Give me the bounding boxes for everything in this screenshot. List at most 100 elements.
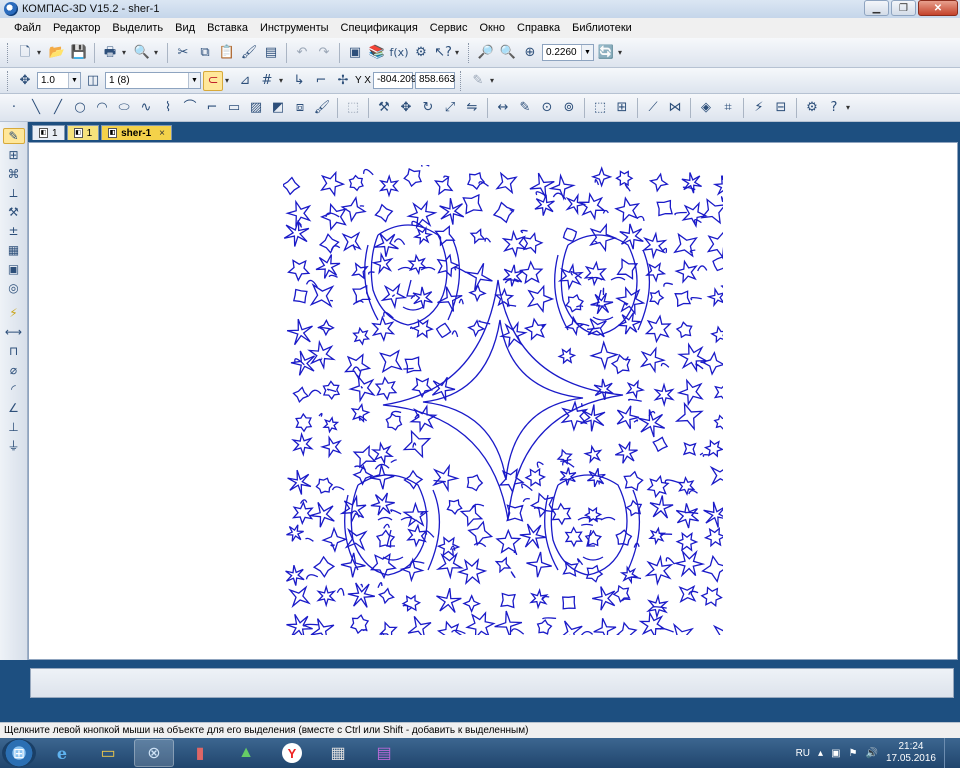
menu-editor[interactable]: Редактор [53, 22, 100, 34]
copy-button[interactable]: ⧉ [195, 43, 215, 63]
spec-panel-button[interactable]: ◎ [3, 280, 25, 296]
scale-button[interactable]: ⤢ [440, 98, 460, 118]
constraint-button[interactable]: ⟋ [643, 98, 663, 118]
association-panel-button[interactable]: ▣ [3, 261, 25, 277]
language-indicator[interactable]: RU [796, 748, 810, 759]
select-frame-button[interactable]: ⬚ [590, 98, 610, 118]
print-button[interactable]: 🖶 [100, 43, 120, 63]
help-button[interactable]: ? [824, 98, 844, 118]
edit-panel-button[interactable]: ⟂ [3, 185, 25, 201]
chevron-down-icon[interactable]: ▼ [188, 73, 200, 88]
menu-insert[interactable]: Вставка [207, 22, 248, 34]
menu-help[interactable]: Справка [517, 22, 560, 34]
taskbar-kompas[interactable]: ⊗ [134, 739, 174, 767]
equidistant-button[interactable]: ⧈ [290, 98, 310, 118]
drawing-canvas[interactable] [28, 142, 958, 660]
coord-x-field[interactable]: -804.209 [372, 72, 416, 89]
chevron-down-icon[interactable]: ▾ [37, 48, 45, 57]
chevron-down-icon[interactable]: ▾ [455, 48, 463, 57]
rectangle-button[interactable]: ▭ [224, 98, 244, 118]
settings-button[interactable]: ⚙ [802, 98, 822, 118]
base-tool-button[interactable]: ⊥ [3, 419, 25, 435]
chevron-down-icon[interactable]: ▼ [68, 73, 80, 88]
redo-button[interactable]: ↷ [314, 43, 334, 63]
start-button[interactable]: ⊞ [2, 739, 36, 767]
move-button[interactable]: ✥ [396, 98, 416, 118]
arc-button[interactable]: ◠ [92, 98, 112, 118]
paste-button[interactable]: 📋 [217, 43, 237, 63]
local-cs-button[interactable]: ↳ [289, 71, 309, 91]
toolbar-grip[interactable] [7, 42, 10, 63]
point-button[interactable]: · [4, 98, 24, 118]
show-desktop-button[interactable] [944, 738, 954, 768]
ground-tool-button[interactable]: ⏚ [3, 438, 25, 454]
open-button[interactable]: 📂 [47, 43, 67, 63]
chevron-down-icon[interactable]: ▾ [225, 76, 233, 85]
circle-button[interactable]: ○ [70, 98, 90, 118]
taskbar-internet-explorer[interactable]: e [42, 739, 82, 767]
aux-line-button[interactable]: ╲ [26, 98, 46, 118]
taskbar-yandex[interactable]: Y [272, 739, 312, 767]
zoom-combo[interactable]: 0.2260 ▼ [542, 44, 594, 61]
step-cursor-button[interactable]: ✥ [15, 71, 35, 91]
rotate-button[interactable]: ↻ [418, 98, 438, 118]
radius-tool-button[interactable]: ◜ [3, 381, 25, 397]
chevron-down-icon[interactable]: ▾ [618, 48, 626, 57]
menu-view[interactable]: Вид [175, 22, 195, 34]
dimension-tool-button[interactable]: ⟷ [3, 324, 25, 340]
toolbar-grip[interactable] [459, 70, 463, 91]
step-combo[interactable]: 1.0 ▼ [37, 72, 81, 89]
spec-button[interactable]: ◈ [696, 98, 716, 118]
tab-sher-1[interactable]: ◧ sher-1 × [101, 125, 172, 140]
grid-button[interactable]: # [257, 71, 277, 91]
properties-button[interactable]: ▤ [261, 43, 281, 63]
clock[interactable]: 21:24 17.05.2016 [886, 741, 936, 765]
chevron-down-icon[interactable]: ▾ [122, 48, 130, 57]
angle-tool-button[interactable]: ∠ [3, 400, 25, 416]
measure-panel-button[interactable]: ± [3, 223, 25, 239]
menu-libraries[interactable]: Библиотеки [572, 22, 632, 34]
preview-button[interactable]: 🔍 [132, 43, 152, 63]
taskbar-phone[interactable]: ▮ [180, 739, 220, 767]
geometry-panel-button[interactable]: ✎ [2, 128, 25, 144]
spline-button[interactable]: ∿ [136, 98, 156, 118]
network-icon[interactable]: ▣ [831, 748, 840, 759]
library-manager-button[interactable]: 📚 [367, 43, 387, 63]
toolbar-grip[interactable] [7, 70, 10, 91]
undo-button[interactable]: ↶ [292, 43, 312, 63]
taskbar-winrar[interactable]: ▤ [364, 739, 404, 767]
variables-button[interactable]: f(x) [389, 43, 409, 63]
dimensions-panel-button[interactable]: ⊞ [3, 147, 25, 163]
taskbar-calculator[interactable]: ▦ [318, 739, 358, 767]
tab-close-icon[interactable]: × [159, 128, 165, 139]
menu-file[interactable]: Файл [14, 22, 41, 34]
parameters-button[interactable]: ⚙ [411, 43, 431, 63]
disabled-tool-button[interactable]: ✎ [468, 71, 488, 91]
cut-button[interactable]: ✂ [173, 43, 193, 63]
chevron-down-icon[interactable]: ▾ [279, 76, 287, 85]
cursor-coords-button[interactable]: ✢ [333, 71, 353, 91]
refresh-button[interactable]: 🔄 [596, 43, 616, 63]
orthogonal-button[interactable]: ⊿ [235, 71, 255, 91]
edit-tool-button[interactable]: ⚒ [374, 98, 394, 118]
chevron-down-icon[interactable]: ▾ [846, 103, 854, 112]
select-panel-button[interactable]: ▦ [3, 242, 25, 258]
tab-document-1[interactable]: ◧ 1 [32, 125, 65, 140]
select-all-button[interactable]: ⊞ [612, 98, 632, 118]
menu-specification[interactable]: Спецификация [341, 22, 418, 34]
report-button[interactable]: ⌗ [718, 98, 738, 118]
copy-properties-button[interactable]: 🖌 [239, 43, 259, 63]
chevron-down-icon[interactable]: ▾ [154, 48, 162, 57]
restore-button[interactable]: ❐ [891, 0, 916, 16]
library-tool-button[interactable]: ⚡ [749, 98, 769, 118]
menu-select[interactable]: Выделить [112, 22, 163, 34]
coord-y-field[interactable]: 858.663 [414, 72, 455, 89]
polyline-button[interactable]: ⌇ [158, 98, 178, 118]
close-button[interactable]: ✕ [918, 0, 958, 16]
zoom-window-button[interactable]: 🔍 [498, 43, 518, 63]
round-button[interactable]: ⌐ [311, 71, 331, 91]
parametrization-panel-button[interactable]: ⚒ [3, 204, 25, 220]
brush-tool-button[interactable]: 🖌 [312, 98, 332, 118]
segment-button[interactable]: ╱ [48, 98, 68, 118]
taskbar-image-editor[interactable]: ▲ [226, 739, 266, 767]
